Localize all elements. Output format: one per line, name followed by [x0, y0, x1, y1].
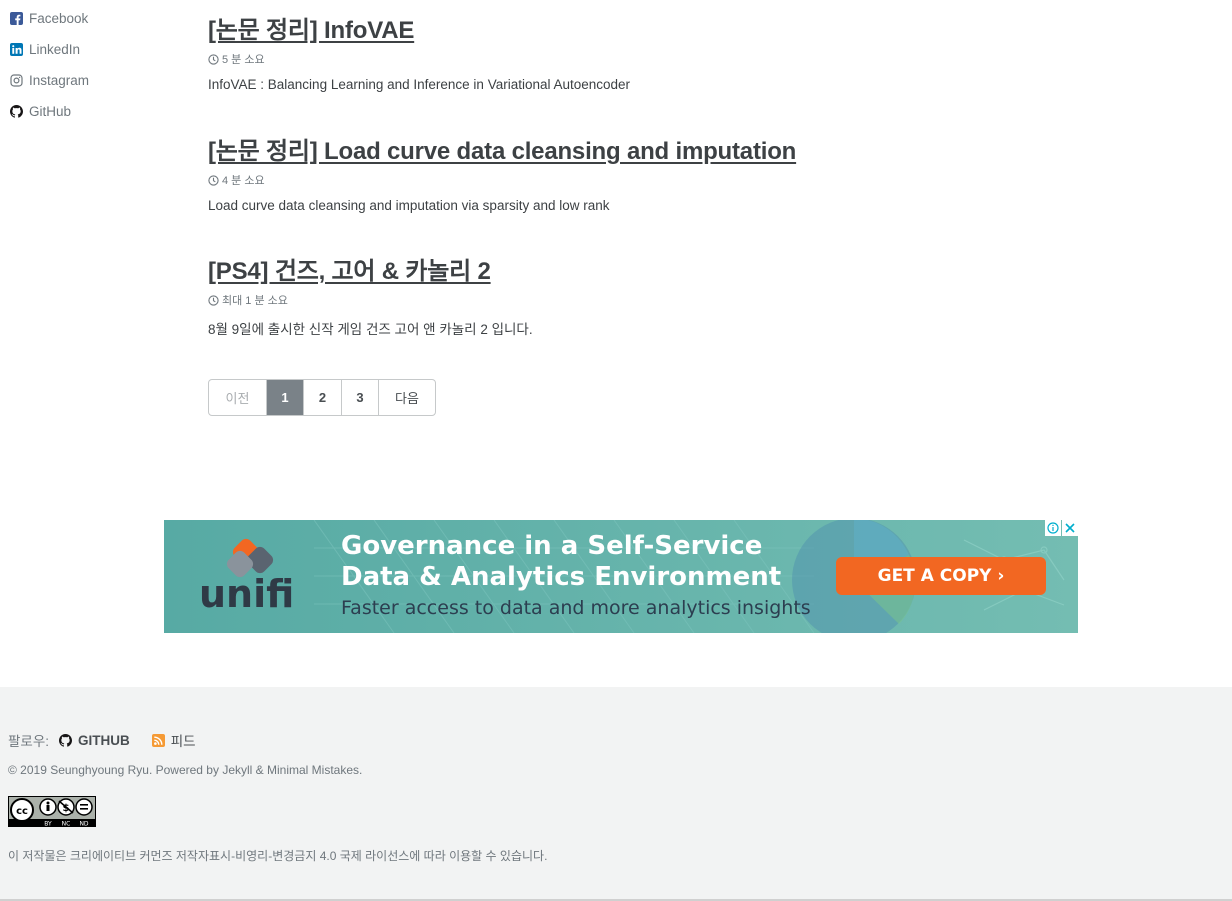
post-title-link[interactable]: [논문 정리] InfoVAE [208, 10, 630, 45]
prev-page-button[interactable]: 이전 [209, 380, 266, 415]
facebook-label: Facebook [29, 11, 89, 26]
github-icon [59, 733, 73, 747]
github-icon [10, 105, 23, 118]
footer-github-label: GITHUB [78, 732, 130, 748]
clock-icon [208, 53, 219, 65]
read-time-text: 5 분 소요 [222, 54, 265, 66]
post-excerpt: InfoVAE : Balancing Learning and Inferen… [208, 77, 631, 92]
instagram-label: Instagram [29, 73, 90, 88]
cc-nd-label: ND [79, 821, 88, 828]
ad-headline: Governance in a Self-Service Data & Anal… [341, 531, 781, 593]
footer-follow: 팔로우: GITHUB 피드 [8, 730, 218, 750]
page-footer: 팔로우: GITHUB 피드 © 2019 Seunghyoung Ryu. P… [0, 687, 1232, 901]
ad-brand-name: unifi [199, 572, 295, 616]
ad-info-icon[interactable] [1045, 520, 1061, 536]
cc-nc-label: NC [62, 821, 71, 828]
read-time-text: 최대 1 분 소요 [222, 295, 288, 307]
ad-headline-line-2: Data & Analytics Environment [341, 562, 782, 592]
footer-feed-link[interactable]: 피드 [151, 730, 196, 750]
footer-feed-label: 피드 [170, 734, 196, 749]
svg-text:cc: cc [16, 806, 28, 817]
post-read-time: 4 분 소요 [208, 172, 796, 188]
next-page-button[interactable]: 다음 [378, 380, 435, 415]
cc-by-label: BY [44, 821, 52, 828]
page-2-button[interactable]: 2 [303, 380, 341, 415]
post-excerpt: 8월 9일에 출시한 신작 게임 건즈 고어 앤 카놀리 2 입니다. [208, 322, 533, 337]
author-social-links: Facebook LinkedIn Instagram GitHub [10, 3, 89, 127]
list-item: [PS4] 건즈, 고어 & 카놀리 2 최대 1 분 소요 8월 9일에 출시… [208, 251, 533, 338]
ad-get-copy-button[interactable]: GET A COPY › [836, 557, 1046, 595]
post-excerpt: Load curve data cleansing and imputation… [208, 198, 610, 213]
clock-icon [208, 294, 219, 306]
list-item: [논문 정리] InfoVAE 5 분 소요 InfoVAE : Balanci… [208, 10, 630, 92]
license-text: 이 저작물은 크리에이티브 커먼즈 저작자표시-비영리-변경금지 4.0 국제 … [8, 849, 548, 863]
post-title-link[interactable]: [논문 정리] Load curve data cleansing and im… [208, 131, 796, 166]
list-item: [논문 정리] Load curve data cleansing and im… [208, 131, 796, 213]
copyright-text: © 2019 Seunghyoung Ryu. Powered by Jekyl… [8, 763, 363, 777]
post-read-time: 최대 1 분 소요 [208, 292, 533, 308]
ad-headline-line-1: Governance in a Self-Service [341, 531, 763, 561]
rss-icon [151, 733, 165, 747]
cc-license-badge-icon[interactable]: cc $ BY NC ND [8, 796, 96, 827]
ad-close-icon[interactable] [1062, 520, 1078, 536]
post-read-time: 5 분 소요 [208, 51, 630, 67]
ad-controls [1044, 520, 1078, 536]
follow-label: 팔로우: [8, 734, 50, 749]
github-link[interactable]: GitHub [10, 96, 89, 127]
pagination: 이전 1 2 3 다음 [208, 379, 436, 416]
ad-subline: Faster access to data and more analytics… [341, 597, 811, 619]
clock-icon [208, 174, 219, 186]
instagram-link[interactable]: Instagram [10, 65, 89, 96]
linkedin-label: LinkedIn [29, 42, 81, 57]
page-3-button[interactable]: 3 [341, 380, 378, 415]
advertisement-banner[interactable]: unifi Governance in a Self-Service Data … [164, 520, 1078, 633]
linkedin-icon [10, 43, 23, 56]
facebook-link[interactable]: Facebook [10, 3, 89, 34]
linkedin-link[interactable]: LinkedIn [10, 34, 89, 65]
footer-github-link[interactable]: GITHUB [59, 733, 130, 748]
read-time-text: 4 분 소요 [222, 175, 265, 187]
page-1-button[interactable]: 1 [266, 380, 303, 415]
post-title-link[interactable]: [PS4] 건즈, 고어 & 카놀리 2 [208, 251, 533, 286]
github-label: GitHub [29, 104, 72, 119]
facebook-icon [10, 12, 23, 25]
instagram-icon [10, 74, 23, 87]
